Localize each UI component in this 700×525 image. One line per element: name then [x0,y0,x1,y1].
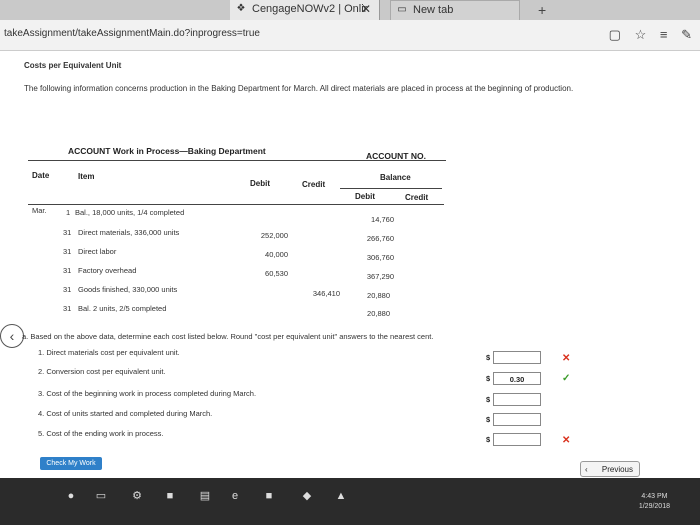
row-item: Direct labor [78,247,117,256]
tab-new[interactable]: ▭ New tab [390,0,520,20]
task-view-icon[interactable]: ▭ [94,489,108,503]
row-day: 31 [63,266,72,275]
row-day: 1 [66,208,71,217]
row-item: Factory overhead [78,266,137,275]
close-icon[interactable]: ✕ [361,0,371,18]
tab-title: New tab [413,4,454,16]
row-debit: 60,530 [265,269,288,278]
question-4-label: 4. Cost of units started and completed d… [38,409,213,418]
clock-time: 4:43 PM [641,493,668,500]
question-5-label: 5. Cost of the ending work in process. [38,429,164,438]
page-title: Costs per Equivalent Unit [24,61,122,70]
answer-2-input[interactable]: 0.30 [493,372,541,385]
tab-title: CengageNOWv2 | Onlir [252,3,368,15]
tab-cengage[interactable]: ❖ CengageNOWv2 | Onlir ✕ [230,0,380,20]
check-my-work-button[interactable]: Check My Work [40,457,102,470]
outlook-icon[interactable]: ◆ [300,489,314,503]
mic-icon[interactable]: ● [64,489,78,503]
windows-taskbar: ● ▭ ⚙ ■ ▤ e ■ ◆ ▲ 4:43 PM 1/29/2018 [0,478,700,525]
browser-tab-bar: ❖ CengageNOWv2 | Onlir ✕ ▭ New tab + [0,0,700,20]
settings-icon[interactable]: ⚙ [130,489,144,503]
header-debit: Debit [250,179,270,188]
url-field[interactable]: takeAssignment/takeAssignmentMain.do?inp… [4,28,260,39]
cengage-favicon-icon: ❖ [236,3,246,14]
edge-browser-icon[interactable]: e [228,489,242,503]
row-balance: 266,760 [366,234,394,243]
incorrect-x-icon: ✕ [562,353,571,364]
row-debit: 40,000 [265,250,288,259]
row-item: Bal. 2 units, 2/5 completed [78,304,167,313]
row-item: Goods finished, 330,000 units [78,285,178,294]
row-credit: 346,410 [312,289,340,298]
header-item: Item [78,172,95,181]
row-day: 31 [63,285,72,294]
address-bar: takeAssignment/takeAssignmentMain.do?inp… [0,20,700,51]
question-2-label: 2. Conversion cost per equivalent unit. [38,367,166,376]
add-tab-icon[interactable]: + [538,2,546,18]
divider [28,160,446,161]
header-date: Date [32,171,50,180]
answer-4-input[interactable] [493,413,541,426]
web-note-icon[interactable]: ✎ [681,27,692,42]
row-date: Mar. [32,206,47,215]
folder-icon[interactable]: ▤ [198,489,212,503]
currency-symbol: $ [486,374,491,383]
currency-symbol: $ [486,415,491,424]
row-balance: 14,760 [371,215,394,224]
incorrect-x-icon: ✕ [562,435,571,446]
clock-date: 1/29/2018 [638,503,670,510]
previous-page-arrow-icon[interactable]: ‹ [0,324,24,348]
row-balance: 367,290 [366,272,394,281]
header-balance-credit: Credit [405,193,429,202]
row-day: 31 [63,228,72,237]
app-icon[interactable]: ■ [262,489,276,503]
header-credit: Credit [302,180,326,189]
divider [340,188,442,189]
system-clock[interactable]: 4:43 PM 1/29/2018 [639,492,670,512]
hub-icon[interactable]: ≡ [660,27,668,42]
answer-1-input[interactable] [493,351,541,364]
currency-symbol: $ [486,353,491,362]
question-1-label: 1. Direct materials cost per equivalent … [38,348,180,357]
chevron-left-icon: ‹ [585,465,588,474]
row-balance: 306,760 [366,253,394,262]
header-balance: Balance [380,173,411,182]
divider [28,204,444,205]
account-title: ACCOUNT Work in Process—Baking Departmen… [68,146,266,156]
previous-button[interactable]: ‹ Previous [580,461,640,477]
new-tab-icon: ▭ [397,4,407,15]
previous-label: Previous [601,465,633,474]
intro-text: The following information concerns produ… [24,84,574,93]
row-item: Direct materials, 336,000 units [78,228,180,237]
pdf-icon[interactable]: ▲ [334,489,348,503]
question-3-label: 3. Cost of the beginning work in process… [38,389,257,398]
currency-symbol: $ [486,395,491,404]
row-item: Bal., 18,000 units, 1/4 completed [75,208,185,217]
correct-check-icon: ✓ [562,373,571,384]
browser-toolbar: ▢ ☆ ≡ ✎ [599,27,692,43]
header-balance-debit: Debit [355,192,375,201]
row-balance: 20,880 [367,309,390,318]
row-day: 31 [63,304,72,313]
store-icon[interactable]: ■ [163,489,177,503]
row-balance: 20,880 [367,291,390,300]
row-debit: 252,000 [260,231,288,240]
favorite-star-icon[interactable]: ☆ [635,27,647,42]
reading-view-icon[interactable]: ▢ [609,27,621,42]
answer-3-input[interactable] [493,393,541,406]
answer-5-input[interactable] [493,433,541,446]
page-content: Costs per Equivalent Unit The following … [0,51,700,477]
currency-symbol: $ [486,435,491,444]
question-prompt: a. Based on the above data, determine ea… [22,332,434,341]
row-day: 31 [63,247,72,256]
